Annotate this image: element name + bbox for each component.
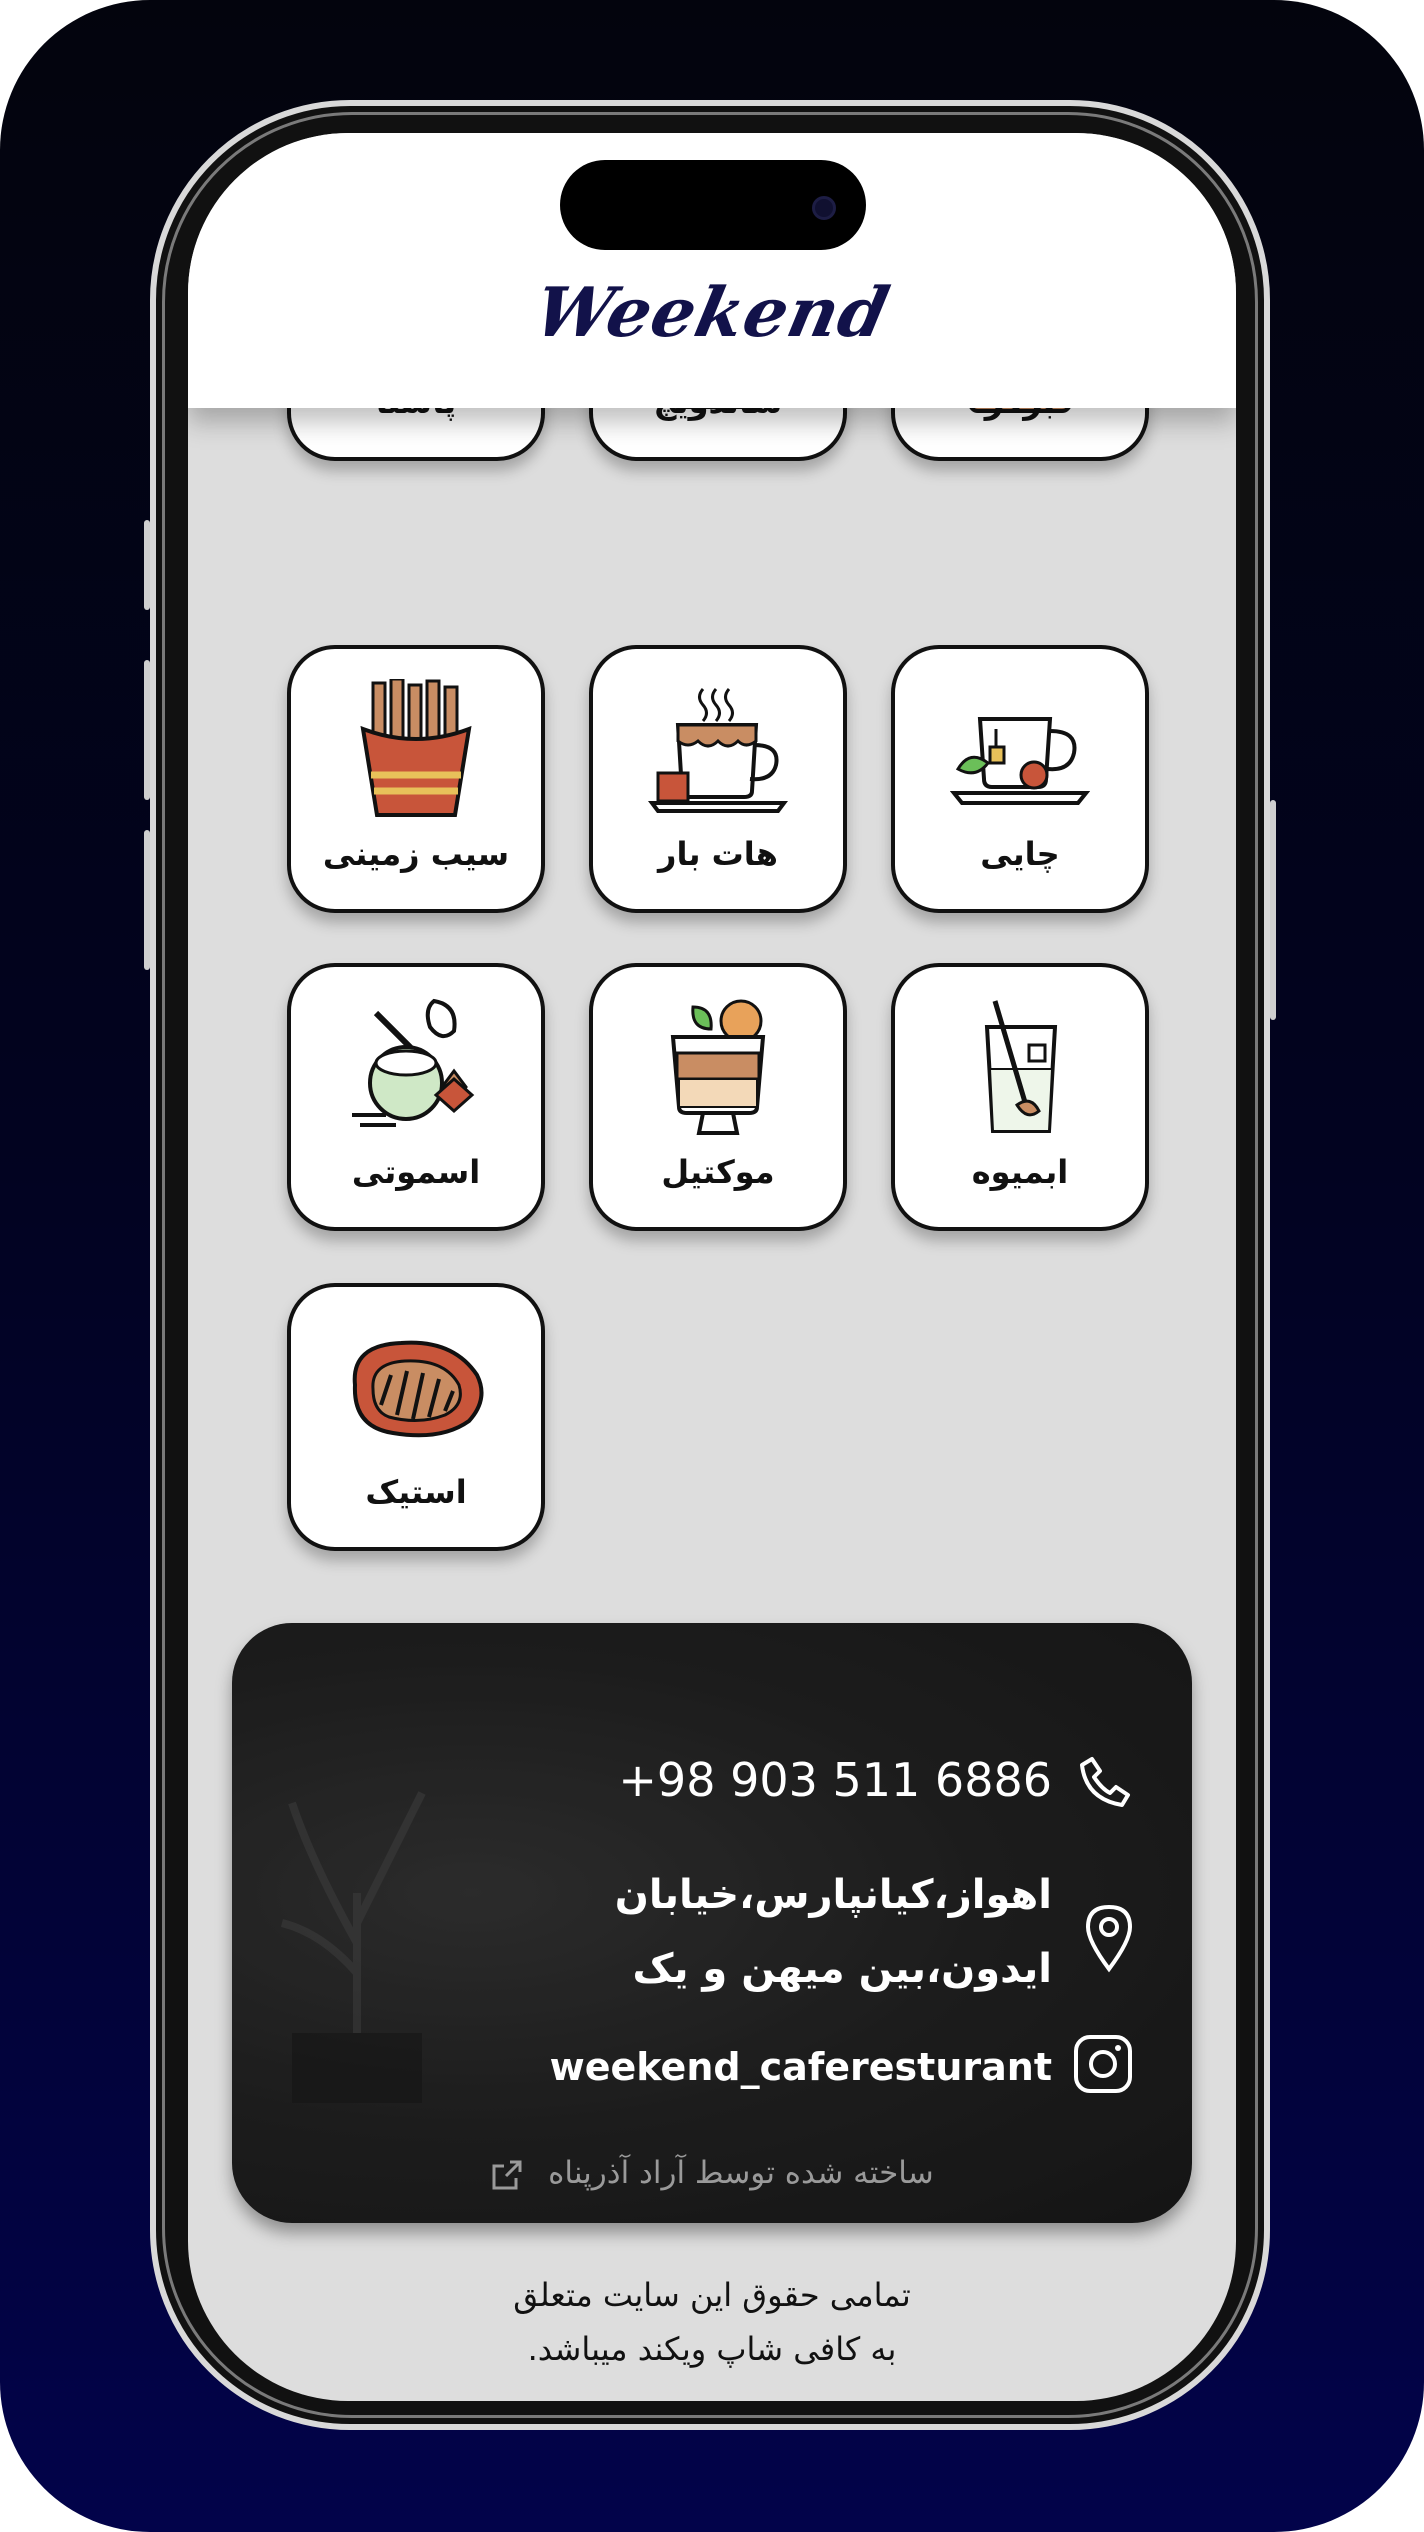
copyright-line-2: به کافی شاپ ویکند میباشد. bbox=[527, 2330, 897, 2368]
category-card-juice[interactable]: ابمیوه bbox=[891, 963, 1149, 1231]
side-button bbox=[144, 660, 150, 800]
copyright-line-1: تمامی حقوق این سایت متعلق bbox=[513, 2276, 911, 2314]
category-label: هات بار bbox=[658, 835, 778, 873]
juice-icon bbox=[984, 1000, 1058, 1133]
location-pin-icon bbox=[1085, 1904, 1133, 1973]
address-text: اهواز،کیانپارس،خیابان ایدون،بین میهن و ی… bbox=[552, 1858, 1052, 2006]
instagram-icon bbox=[1074, 2035, 1132, 2093]
category-label: استیک bbox=[365, 1473, 467, 1511]
developer-credit[interactable]: ساخته شده توسط آراد آذرپناه bbox=[232, 2155, 1192, 2192]
category-card-fries[interactable]: سیب زمینی bbox=[287, 645, 545, 913]
instagram-handle[interactable]: weekend_caferesturant bbox=[550, 2045, 1052, 2089]
hot-drink-icon bbox=[648, 688, 788, 813]
steak-icon bbox=[352, 1340, 484, 1438]
category-card-mocktail[interactable]: موکتیل bbox=[589, 963, 847, 1231]
address-line-1: اهواز،کیانپارس،خیابان bbox=[614, 1872, 1052, 1918]
category-label: اسموتی bbox=[351, 1153, 481, 1191]
credit-text: ساخته شده توسط آراد آذرپناه bbox=[548, 2155, 934, 2191]
category-label: سیب زمینی bbox=[322, 835, 510, 873]
category-card-hot-drink[interactable]: هات بار bbox=[589, 645, 847, 913]
phone-icon bbox=[1080, 1757, 1130, 1807]
copyright-notice: تمامی حقوق این سایت متعلق به کافی شاپ وی… bbox=[188, 2268, 1236, 2376]
external-link-icon bbox=[492, 2160, 522, 2189]
side-button bbox=[144, 830, 150, 970]
category-card-smoothie[interactable]: اسموتی bbox=[287, 963, 545, 1231]
address-line-2: ایدون،بین میهن و یک bbox=[632, 1946, 1053, 1992]
contact-info-card: +98 903 511 6886 اهواز،کیانپارس،خیابان ا… bbox=[232, 1623, 1192, 2223]
category-label: ابمیوه bbox=[971, 1153, 1069, 1191]
category-label: چایی bbox=[980, 835, 1060, 873]
tea-icon bbox=[950, 717, 1090, 805]
side-button bbox=[1270, 800, 1276, 1020]
camera-dot bbox=[812, 196, 836, 220]
phone-screen: Weekend برگر ساندویچ پاستا bbox=[188, 133, 1236, 2401]
category-card-steak[interactable]: استیک bbox=[287, 1283, 545, 1551]
side-button bbox=[144, 520, 150, 610]
phone-number[interactable]: +98 903 511 6886 bbox=[618, 1753, 1052, 1807]
fries-icon bbox=[360, 679, 472, 817]
category-label: موکتیل bbox=[661, 1153, 775, 1191]
category-card-tea[interactable]: چایی bbox=[891, 645, 1149, 913]
mocktail-icon bbox=[670, 999, 766, 1135]
site-logo[interactable]: Weekend bbox=[188, 273, 1236, 353]
smoothie-icon bbox=[352, 998, 475, 1127]
